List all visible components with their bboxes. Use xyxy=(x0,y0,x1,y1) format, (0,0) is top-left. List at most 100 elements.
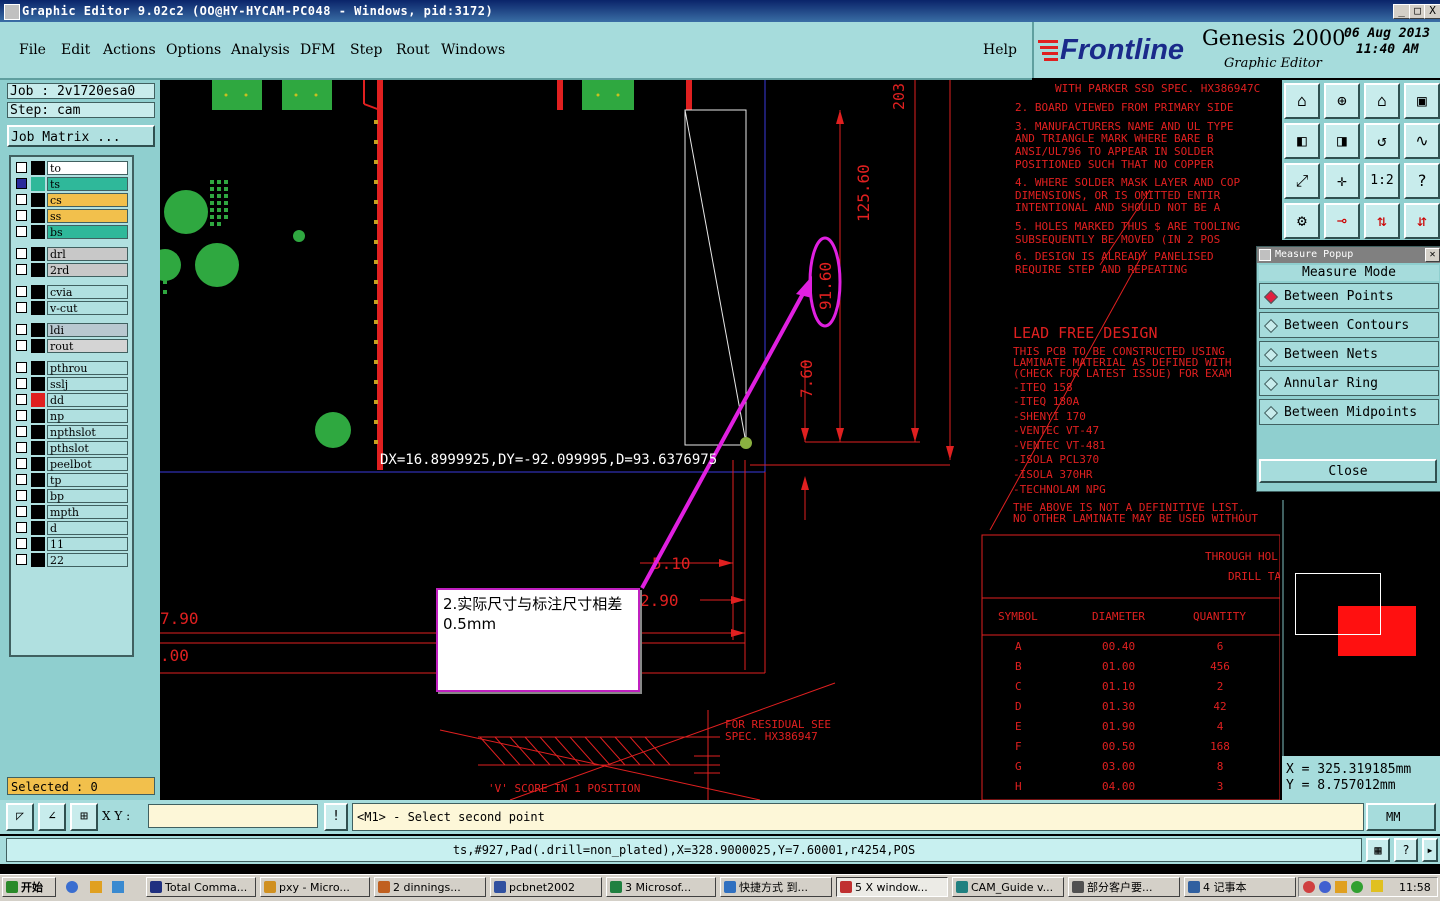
menu-edit[interactable]: Edit xyxy=(61,42,90,58)
layer-row[interactable]: npthslot xyxy=(13,425,128,439)
layer-name[interactable]: d xyxy=(47,521,128,535)
layer-name[interactable]: pthslot xyxy=(47,441,128,455)
menu-rout[interactable]: Rout xyxy=(396,42,430,58)
quicklaunch-icon[interactable] xyxy=(90,881,102,893)
menu-step[interactable]: Step xyxy=(350,42,382,58)
layer-checkbox[interactable] xyxy=(16,410,27,421)
center-icon[interactable]: ✛ xyxy=(1324,163,1360,199)
layer-row[interactable]: tp xyxy=(13,473,128,487)
layer-color-swatch[interactable] xyxy=(31,263,45,277)
layer-name[interactable]: cs xyxy=(47,193,128,207)
layer-row[interactable]: mpth xyxy=(13,505,128,519)
layer-compare-icon[interactable]: ⇅ xyxy=(1364,203,1400,239)
overview-map[interactable] xyxy=(1282,500,1440,756)
layer-color-swatch[interactable] xyxy=(31,301,45,315)
measure-option[interactable]: Between Contours xyxy=(1259,312,1439,338)
layer-color-swatch[interactable] xyxy=(31,473,45,487)
taskbar-item[interactable]: 部分客户要... xyxy=(1068,877,1180,897)
layer-name[interactable]: tp xyxy=(47,473,128,487)
layer-checkbox[interactable] xyxy=(16,210,27,221)
undo-view-icon[interactable]: ↺ xyxy=(1364,123,1400,159)
graphics-canvas[interactable]: 125.60 91.60 7.60 203 5.10 2.90 7.90 .00… xyxy=(160,80,1280,800)
layer-name[interactable]: drl xyxy=(47,247,128,261)
close-button[interactable]: X xyxy=(1424,4,1440,19)
layer-name[interactable]: ldi xyxy=(47,323,128,337)
layer-name[interactable]: v-cut xyxy=(47,301,128,315)
layer-color-swatch[interactable] xyxy=(31,209,45,223)
fit-icon[interactable]: ⤢ xyxy=(1284,163,1320,199)
layer-color-swatch[interactable] xyxy=(31,285,45,299)
layer-row[interactable]: ldi xyxy=(13,323,128,337)
layer-row[interactable]: bp xyxy=(13,489,128,503)
net-icon[interactable]: ⇵ xyxy=(1404,203,1440,239)
layer-color-swatch[interactable] xyxy=(31,247,45,261)
taskbar-item[interactable]: 5 X window... xyxy=(836,877,948,897)
layer-name[interactable]: peelbot xyxy=(47,457,128,471)
layer-row[interactable]: drl xyxy=(13,247,128,261)
zoom-in-icon[interactable]: ⊕ xyxy=(1324,83,1360,119)
layer-row[interactable]: rout xyxy=(13,339,128,353)
layer-row[interactable]: cs xyxy=(13,193,128,207)
layer-name[interactable]: mpth xyxy=(47,505,128,519)
tray-icon[interactable] xyxy=(1371,880,1383,892)
layer-color-swatch[interactable] xyxy=(31,361,45,375)
layer-checkbox[interactable] xyxy=(16,302,27,313)
measure-tool-icon[interactable]: ⊸ xyxy=(1324,203,1360,239)
menu-dfm[interactable]: DFM xyxy=(300,42,335,58)
layer-name[interactable]: bs xyxy=(47,225,128,239)
quicklaunch-icon[interactable] xyxy=(112,881,124,893)
layer-row[interactable]: ts xyxy=(13,177,128,191)
layer-color-swatch[interactable] xyxy=(31,339,45,353)
menu-help[interactable]: Help xyxy=(983,42,1017,58)
layer-color-swatch[interactable] xyxy=(31,177,45,191)
layer-color-swatch[interactable] xyxy=(31,441,45,455)
tray-icon[interactable] xyxy=(1335,881,1347,893)
menu-actions[interactable]: Actions xyxy=(103,42,156,58)
start-button[interactable]: 开始 xyxy=(2,877,56,897)
taskbar-item[interactable]: 4 记事本 xyxy=(1184,877,1296,897)
layer-checkbox[interactable] xyxy=(16,378,27,389)
layer-name[interactable]: pthrou xyxy=(47,361,128,375)
layer-row[interactable]: sslj xyxy=(13,377,128,391)
layer-row[interactable]: dd xyxy=(13,393,128,407)
layer-checkbox[interactable] xyxy=(16,286,27,297)
layer-row[interactable]: 22 xyxy=(13,553,128,567)
pan-left-icon[interactable]: ◧ xyxy=(1284,123,1320,159)
ie-icon[interactable] xyxy=(66,881,78,893)
layer-color-swatch[interactable] xyxy=(31,409,45,423)
layer-checkbox[interactable] xyxy=(16,340,27,351)
layer-checkbox[interactable] xyxy=(16,394,27,405)
menu-options[interactable]: Options xyxy=(166,42,221,58)
taskbar-item[interactable]: 快捷方式 到... xyxy=(720,877,832,897)
taskbar-item[interactable]: 3 Microsof... xyxy=(606,877,716,897)
taskbar-item[interactable]: Total Comma... xyxy=(146,877,256,897)
layer-checkbox[interactable] xyxy=(16,362,27,373)
layer-row[interactable]: cvia xyxy=(13,285,128,299)
step-field[interactable]: Step: cam xyxy=(7,102,155,118)
layer-color-swatch[interactable] xyxy=(31,393,45,407)
layer-checkbox[interactable] xyxy=(16,264,27,275)
measure-close-button[interactable]: Close xyxy=(1259,459,1437,483)
home-view-icon[interactable]: ⌂ xyxy=(1364,83,1400,119)
layer-row[interactable]: 2rd xyxy=(13,263,128,277)
layer-color-swatch[interactable] xyxy=(31,225,45,239)
layer-checkbox[interactable] xyxy=(16,248,27,259)
layer-name[interactable]: npthslot xyxy=(47,425,128,439)
layer-color-swatch[interactable] xyxy=(31,323,45,337)
layer-checkbox[interactable] xyxy=(16,458,27,469)
layer-name[interactable]: np xyxy=(47,409,128,423)
popup-close-icon[interactable]: ✕ xyxy=(1425,248,1440,262)
layer-row[interactable]: ss xyxy=(13,209,128,223)
layer-checkbox[interactable] xyxy=(16,442,27,453)
xy-input[interactable] xyxy=(148,804,318,828)
units-selector[interactable]: MM xyxy=(1366,803,1436,831)
layer-row[interactable]: peelbot xyxy=(13,457,128,471)
layer-name[interactable]: 11 xyxy=(47,537,128,551)
layer-name[interactable]: dd xyxy=(47,393,128,407)
angle-icon[interactable]: ∠ xyxy=(38,803,66,831)
layer-color-swatch[interactable] xyxy=(31,161,45,175)
taskbar-item[interactable]: CAM_Guide v... xyxy=(952,877,1064,897)
layer-color-swatch[interactable] xyxy=(31,553,45,567)
menu-analysis[interactable]: Analysis xyxy=(231,42,290,58)
layer-name[interactable]: 2rd xyxy=(47,263,128,277)
